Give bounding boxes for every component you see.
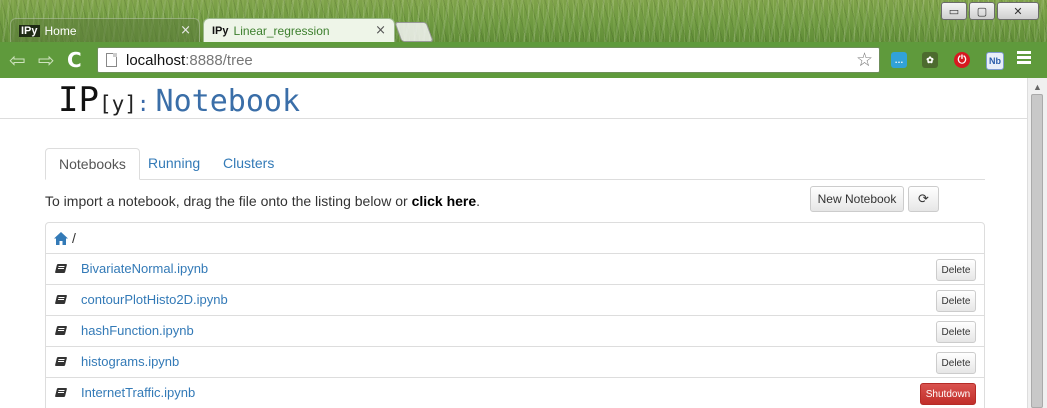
delete-button[interactable]: Delete [936,321,976,343]
delete-button[interactable]: Delete [936,259,976,281]
home-icon[interactable] [54,231,68,245]
browser-toolbar: ⇦ ⇨ C localhost:8888/tree ☆ … ✿ ⏻ Nb [0,42,1047,78]
dashboard-tabs: Notebooks Running Clusters [45,148,985,180]
list-item[interactable]: histograms.ipynb Delete [46,347,984,378]
url-text[interactable]: localhost:8888/tree [126,52,253,69]
leaf-extension-icon[interactable]: ✿ [922,52,938,68]
refresh-icon[interactable]: ⟳ [908,186,939,212]
power-extension-icon[interactable]: ⏻ [954,52,970,68]
browser-chrome: ▭ ▢ ✕ IPy Home × IPy Linear_regression ×… [0,0,1047,78]
notebook-list: / BivariateNormal.ipynb Delete contourPl… [45,222,985,408]
notebook-link[interactable]: histograms.ipynb [81,354,179,369]
notebook-icon [54,295,68,304]
list-item[interactable]: hashFunction.ipynb Delete [46,316,984,347]
new-notebook-button[interactable]: New Notebook [810,186,904,212]
browser-tab-home[interactable]: IPy Home × [10,18,200,42]
hamburger-menu-icon[interactable] [1017,51,1031,66]
bookmark-star-icon[interactable]: ☆ [856,49,873,71]
tab-close-icon[interactable]: × [375,23,386,38]
list-item[interactable]: BivariateNormal.ipynb Delete [46,254,984,285]
new-tab-button[interactable] [394,22,434,42]
browser-tab-linear-regression[interactable]: IPy Linear_regression × [203,18,395,42]
page-header: IP [y] : Notebook [0,78,1027,120]
page-title: Notebook [155,84,301,119]
ipython-logo[interactable]: IP [y] : Notebook [58,80,300,120]
delete-button[interactable]: Delete [936,290,976,312]
nb-extension-icon[interactable]: Nb [986,52,1004,70]
scroll-thumb[interactable] [1031,94,1043,408]
tab-title: Home [44,23,77,38]
tab-close-icon[interactable]: × [180,23,191,38]
reload-icon[interactable]: C [67,48,82,72]
click-here-link[interactable]: click here [412,193,477,209]
logo-ip: IP [58,80,99,120]
delete-button[interactable]: Delete [936,352,976,374]
tab-running[interactable]: Running [135,148,213,179]
tab-notebooks[interactable]: Notebooks [45,148,140,180]
import-instructions: To import a notebook, drag the file onto… [45,193,481,209]
ipython-favicon-icon: IPy [212,24,229,37]
minimize-button[interactable]: ▭ [941,2,967,20]
tab-title: Linear_regression [233,23,330,38]
page-content: IP [y] : Notebook Notebooks Running Clus… [0,78,1027,408]
scroll-up-icon[interactable]: ▲ [1033,82,1042,92]
notebook-icon [54,357,68,366]
forward-arrow-icon[interactable]: ⇨ [38,48,55,72]
breadcrumb: / [46,223,984,254]
window-controls: ▭ ▢ ✕ [941,2,1039,20]
page-icon [106,53,117,67]
breadcrumb-path: / [72,230,76,246]
logo-y: [y] [98,92,137,116]
back-arrow-icon[interactable]: ⇦ [9,48,26,72]
shutdown-button[interactable]: Shutdown [920,383,976,405]
notebook-icon [54,388,68,397]
notebook-icon [54,264,68,273]
notebook-link[interactable]: InternetTraffic.ipynb [81,385,195,400]
close-window-button[interactable]: ✕ [997,2,1039,20]
notebook-link[interactable]: BivariateNormal.ipynb [81,261,208,276]
notebook-link[interactable]: contourPlotHisto2D.ipynb [81,292,228,307]
chat-extension-icon[interactable]: … [891,52,907,68]
tab-clusters[interactable]: Clusters [210,148,287,179]
list-item[interactable]: InternetTraffic.ipynb Shutdown [46,378,984,408]
logo-colon: : [136,92,150,116]
list-item[interactable]: contourPlotHisto2D.ipynb Delete [46,285,984,316]
maximize-button[interactable]: ▢ [969,2,995,20]
ipython-favicon-icon: IPy [19,24,40,37]
vertical-scrollbar[interactable]: ▲ [1027,78,1047,408]
notebook-icon [54,326,68,335]
notebook-link[interactable]: hashFunction.ipynb [81,323,194,338]
address-bar[interactable]: localhost:8888/tree ☆ [97,47,880,73]
